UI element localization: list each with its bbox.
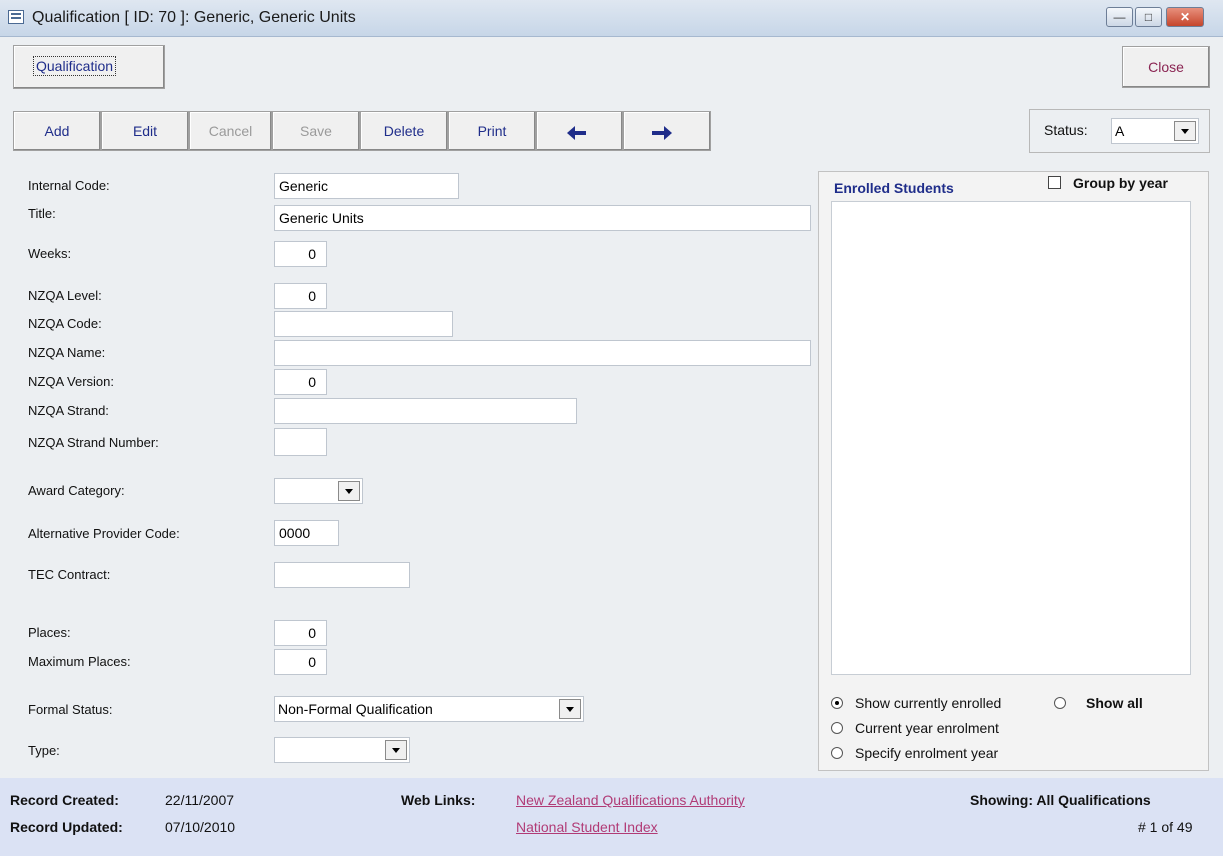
title-field[interactable]: Generic Units <box>274 205 811 231</box>
current-year-enrolment-radio[interactable] <box>831 722 843 734</box>
next-record-button[interactable] <box>623 111 711 151</box>
max-places-label: Maximum Places: <box>28 654 131 669</box>
show-currently-enrolled-label: Show currently enrolled <box>855 695 1002 711</box>
minimize-button[interactable]: — <box>1106 7 1133 27</box>
nzqa-strand-number-label: NZQA Strand Number: <box>28 435 159 450</box>
nzqa-level-label: NZQA Level: <box>28 288 102 303</box>
nzqa-name-label: NZQA Name: <box>28 345 106 360</box>
nzqa-version-label: NZQA Version: <box>28 374 114 389</box>
nzqa-strand-number-field[interactable] <box>274 428 327 456</box>
show-all-radio[interactable] <box>1054 697 1066 709</box>
max-places-field[interactable]: 0 <box>274 649 327 675</box>
alt-provider-code-field[interactable]: 0000 <box>274 520 339 546</box>
window-close-button[interactable]: ✕ <box>1166 7 1204 27</box>
record-created-label: Record Created: <box>10 792 119 808</box>
group-by-year-checkbox[interactable] <box>1048 176 1061 189</box>
specify-enrolment-year-radio[interactable] <box>831 747 843 759</box>
previous-record-button[interactable] <box>536 111 623 151</box>
qualification-button[interactable]: Qualification <box>13 45 165 89</box>
type-label: Type: <box>28 743 60 758</box>
tec-contract-label: TEC Contract: <box>28 567 111 582</box>
arrow-right-icon <box>652 126 672 140</box>
status-select[interactable]: A <box>1111 118 1199 144</box>
save-button[interactable]: Save <box>272 111 360 151</box>
add-button[interactable]: Add <box>13 111 101 151</box>
print-button[interactable]: Print <box>448 111 536 151</box>
nzqa-level-field[interactable]: 0 <box>274 283 327 309</box>
internal-code-label: Internal Code: <box>28 178 110 193</box>
record-updated-label: Record Updated: <box>10 819 123 835</box>
places-label: Places: <box>28 625 71 640</box>
enrolled-students-title: Enrolled Students <box>834 180 954 196</box>
nzqa-name-field[interactable] <box>274 340 811 366</box>
status-group: Status: A <box>1029 109 1210 153</box>
restore-button[interactable]: □ <box>1135 7 1162 27</box>
close-button[interactable]: Close <box>1122 46 1210 88</box>
record-position: # 1 of 49 <box>1138 819 1193 835</box>
group-by-year-label: Group by year <box>1073 175 1168 191</box>
show-all-label: Show all <box>1086 695 1143 711</box>
formal-status-value: Non-Formal Qualification <box>278 701 433 717</box>
national-student-index-link[interactable]: National Student Index <box>516 819 658 835</box>
weeks-label: Weeks: <box>28 246 72 261</box>
edit-button[interactable]: Edit <box>101 111 189 151</box>
specify-enrolment-year-label: Specify enrolment year <box>855 745 999 761</box>
chevron-down-icon[interactable] <box>385 740 407 760</box>
award-category-label: Award Category: <box>28 483 125 498</box>
nzqa-code-label: NZQA Code: <box>28 316 102 331</box>
enrolled-students-list[interactable] <box>831 201 1191 675</box>
nzqa-version-field[interactable]: 0 <box>274 369 327 395</box>
formal-status-label: Formal Status: <box>28 702 113 717</box>
show-currently-enrolled-radio[interactable] <box>831 697 843 709</box>
status-value: A <box>1115 123 1125 139</box>
form-icon <box>8 10 24 24</box>
showing-filter-label: Showing: All Qualifications <box>970 792 1151 808</box>
title-bar: Qualification [ ID: 70 ]: Generic, Gener… <box>0 0 1223 37</box>
weeks-field[interactable]: 0 <box>274 241 327 267</box>
chevron-down-icon[interactable] <box>1174 121 1196 141</box>
status-label: Status: <box>1044 122 1088 138</box>
footer-bar: Record Created: 22/11/2007 Record Update… <box>0 778 1223 856</box>
arrow-left-icon <box>567 126 587 140</box>
places-field[interactable]: 0 <box>274 620 327 646</box>
nzqa-code-field[interactable] <box>274 311 453 337</box>
record-created-value: 22/11/2007 <box>165 792 235 808</box>
tec-contract-field[interactable] <box>274 562 410 588</box>
award-category-select[interactable] <box>274 478 363 504</box>
type-select[interactable] <box>274 737 410 763</box>
title-label: Title: <box>28 206 56 221</box>
current-year-enrolment-label: Current year enrolment <box>855 720 999 736</box>
internal-code-field[interactable]: Generic <box>274 173 459 199</box>
nzqa-strand-label: NZQA Strand: <box>28 403 109 418</box>
nzqa-strand-field[interactable] <box>274 398 577 424</box>
record-updated-value: 07/10/2010 <box>165 819 236 835</box>
web-links-label: Web Links: <box>401 792 476 808</box>
alt-provider-code-label: Alternative Provider Code: <box>28 526 180 541</box>
chevron-down-icon[interactable] <box>338 481 360 501</box>
nzqa-link[interactable]: New Zealand Qualifications Authority <box>516 792 745 808</box>
formal-status-select[interactable]: Non-Formal Qualification <box>274 696 584 722</box>
qualification-button-label: Qualification <box>33 56 117 76</box>
delete-button[interactable]: Delete <box>360 111 448 151</box>
window-title: Qualification [ ID: 70 ]: Generic, Gener… <box>32 9 356 26</box>
cancel-button[interactable]: Cancel <box>189 111 272 151</box>
chevron-down-icon[interactable] <box>559 699 581 719</box>
